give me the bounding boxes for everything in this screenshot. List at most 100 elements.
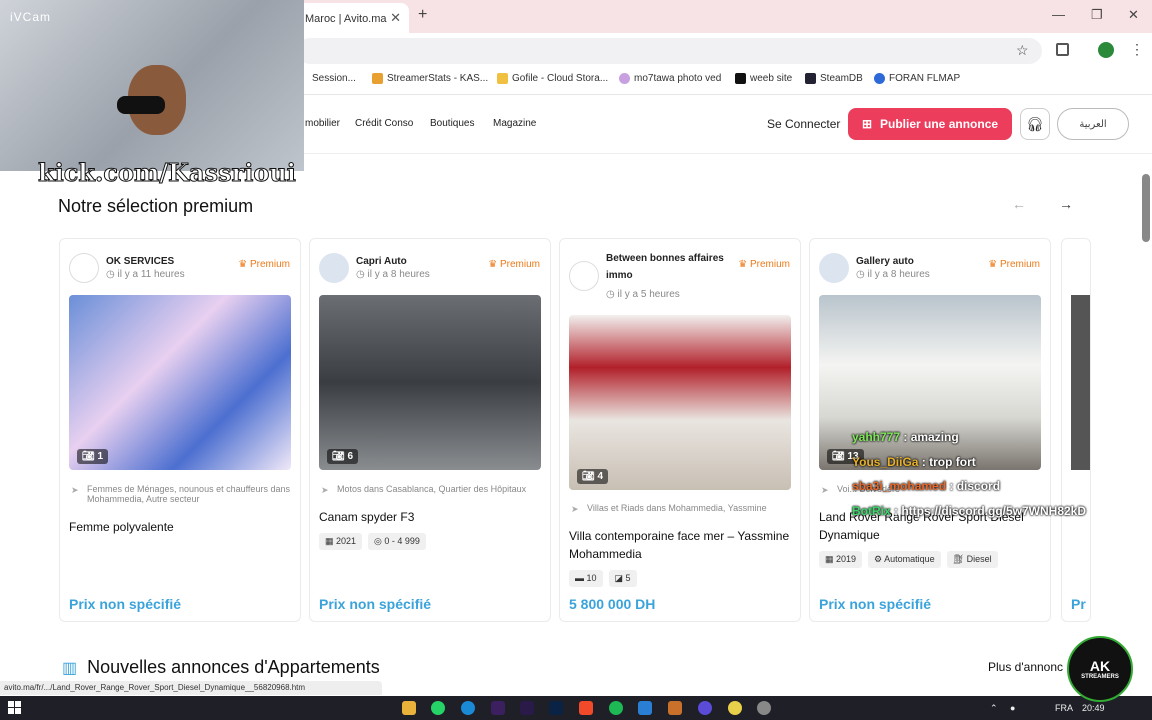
premiere-icon[interactable] [491, 701, 505, 715]
section2-title: Nouvelles annonces d'Appartements [87, 657, 380, 677]
listing-title[interactable]: Canam spyder F3 [319, 508, 543, 526]
browser-tab[interactable]: Maroc | Avito.ma ✕ [297, 3, 409, 33]
premium-badge: ♛ Premium [488, 259, 540, 270]
listing-category: Villas et Riads dans Mohammedia, Yassmin… [569, 503, 791, 514]
scrollbar-thumb[interactable] [1142, 174, 1150, 242]
year-tag: ▦ 2019 [819, 551, 863, 568]
listing-price: 5 800 000 DH [569, 596, 656, 612]
next-arrow-icon[interactable]: → [1059, 196, 1073, 212]
tray-chevron-icon[interactable]: ⌃ [990, 703, 998, 714]
photoshop-icon[interactable] [549, 701, 563, 715]
brave-icon[interactable] [579, 701, 593, 715]
listing-card[interactable]: OK SERVICES ◷ il y a 11 heures ♛ Premium… [59, 238, 301, 622]
chrome-icon[interactable] [728, 701, 742, 715]
mic-icon[interactable]: ● [1010, 703, 1015, 713]
nav-link[interactable]: Crédit Conso [355, 118, 413, 129]
publish-ad-button[interactable]: ⊞ Publier une annonce [848, 108, 1012, 140]
app-icon[interactable] [698, 701, 712, 715]
kick-url: kick.com/Kassrioui [38, 158, 297, 188]
photo-count: 📷︎ 4 [577, 469, 609, 484]
prev-arrow-icon[interactable]: ← [1012, 196, 1026, 212]
listing-price: Prix non spécifié [69, 596, 182, 612]
windows-start-icon[interactable] [8, 701, 21, 714]
seller-avatar [69, 253, 99, 283]
restore-icon[interactable]: ❐ [1091, 7, 1103, 23]
listing-image[interactable]: 📷︎ 1 [69, 295, 291, 470]
profile-avatar[interactable] [1098, 42, 1114, 58]
post-time: ◷ il y a 8 heures [356, 269, 430, 280]
more-ads-link[interactable]: Plus d'annonc [988, 660, 1063, 674]
url-input[interactable] [297, 38, 1042, 64]
language-indicator[interactable]: FRA [1055, 703, 1073, 713]
listing-image [1071, 295, 1090, 470]
taskbar [0, 696, 1152, 720]
section2-header: ▥ Nouvelles annonces d'Appartements [62, 657, 380, 678]
seller-name: Gallery auto [856, 256, 914, 267]
spotify-icon[interactable] [609, 701, 623, 715]
section-title: Notre sélection premium [58, 196, 254, 216]
bookmark-item[interactable]: FORAN FLMAP [874, 73, 960, 84]
listing-card-peek[interactable]: Pr [1061, 238, 1091, 622]
new-tab-icon[interactable]: + [418, 6, 427, 24]
post-time: ◷ il y a 5 heures [606, 289, 680, 300]
post-time: ◷ il y a 11 heures [106, 269, 185, 280]
clock[interactable]: 20:49 [1082, 703, 1105, 713]
plus-square-icon: ⊞ [861, 117, 873, 131]
file-explorer-icon[interactable] [402, 701, 416, 715]
webcam-overlay [0, 0, 304, 171]
listing-image[interactable]: 📷︎ 4 [569, 315, 791, 490]
listing-tags: ▦ 2021 ◎ 0 - 4 999 [319, 533, 426, 550]
year-tag: ▦ 2021 [319, 533, 363, 550]
seller-avatar [819, 253, 849, 283]
bookmark-item[interactable]: Gofile - Cloud Stora... [497, 73, 608, 84]
listing-title[interactable]: Femme polyvalente [69, 518, 293, 536]
headset-icon: 🎧︎ [1026, 115, 1044, 132]
listing-tags: ▦ 2019 ⚙ Automatique ⛽︎ Diesel [819, 551, 998, 568]
transmission-tag: ⚙ Automatique [868, 551, 941, 568]
bathrooms-tag: ◪ 5 [608, 570, 637, 587]
status-url: avito.ma/fr/.../Land_Rover_Range_Rover_S… [0, 681, 382, 695]
obs-icon[interactable] [757, 701, 771, 715]
nav-link[interactable]: mobilier [305, 118, 340, 129]
listing-image[interactable]: 📷︎ 6 [319, 295, 541, 470]
star-icon[interactable]: ☆ [1016, 42, 1029, 59]
bookmark-item[interactable]: SteamDB [805, 73, 863, 84]
vscode-icon[interactable] [638, 701, 652, 715]
minimize-icon[interactable]: — [1052, 7, 1065, 22]
close-window-icon[interactable]: ✕ [1128, 7, 1139, 23]
premium-badge: ♛ Premium [738, 259, 790, 270]
menu-icon[interactable]: ⋮ [1130, 41, 1144, 58]
language-switch[interactable]: العربية [1057, 108, 1129, 140]
building-icon: ▥ [62, 659, 78, 677]
close-tab-icon[interactable]: ✕ [390, 10, 401, 26]
premium-badge: ♛ Premium [988, 259, 1040, 270]
seller-avatar [319, 253, 349, 283]
nav-link[interactable]: Magazine [493, 118, 536, 129]
tab-title: Maroc | Avito.ma [305, 13, 387, 25]
chat-line: BotRix : https://discord.gg/5w7WNH82kD [852, 504, 1087, 518]
listing-title[interactable]: Villa contemporaine face mer – Yassmine … [569, 527, 793, 563]
edge-icon[interactable] [461, 701, 475, 715]
chat-line: Yous_DiiGa : trop fort [852, 455, 976, 469]
listing-card[interactable]: Between bonnes affaires immo ◷ il y a 5 … [559, 238, 801, 622]
seller-name: Capri Auto [356, 256, 407, 267]
login-link[interactable]: Se Connecter [767, 117, 840, 131]
bookmark-item[interactable]: weeb site [735, 73, 792, 84]
bookmark-item[interactable]: mo7tawa photo ved [619, 73, 721, 84]
bookmark-item[interactable]: StreamerStats - KAS... [372, 73, 488, 84]
after-effects-icon[interactable] [520, 701, 534, 715]
listing-category: Motos dans Casablanca, Quartier des Hôpi… [319, 484, 541, 495]
photo-count: 📷︎ 6 [327, 449, 359, 464]
bedrooms-tag: ▬ 10 [569, 570, 603, 587]
whatsapp-icon[interactable] [431, 701, 445, 715]
app-icon[interactable] [668, 701, 682, 715]
listing-price: Prix non spécifié [819, 596, 932, 612]
extensions-icon[interactable] [1056, 43, 1069, 56]
listing-card[interactable]: Capri Auto ◷ il y a 8 heures ♛ Premium 📷… [309, 238, 551, 622]
support-button[interactable]: 🎧︎ [1020, 108, 1050, 140]
bookmark-item[interactable]: Session... [312, 73, 356, 84]
listing-price: Prix non spécifié [319, 596, 432, 612]
chat-line: yahh777 : amazing [852, 430, 959, 444]
nav-link[interactable]: Boutiques [430, 118, 474, 129]
premium-badge: ♛ Premium [238, 259, 290, 270]
